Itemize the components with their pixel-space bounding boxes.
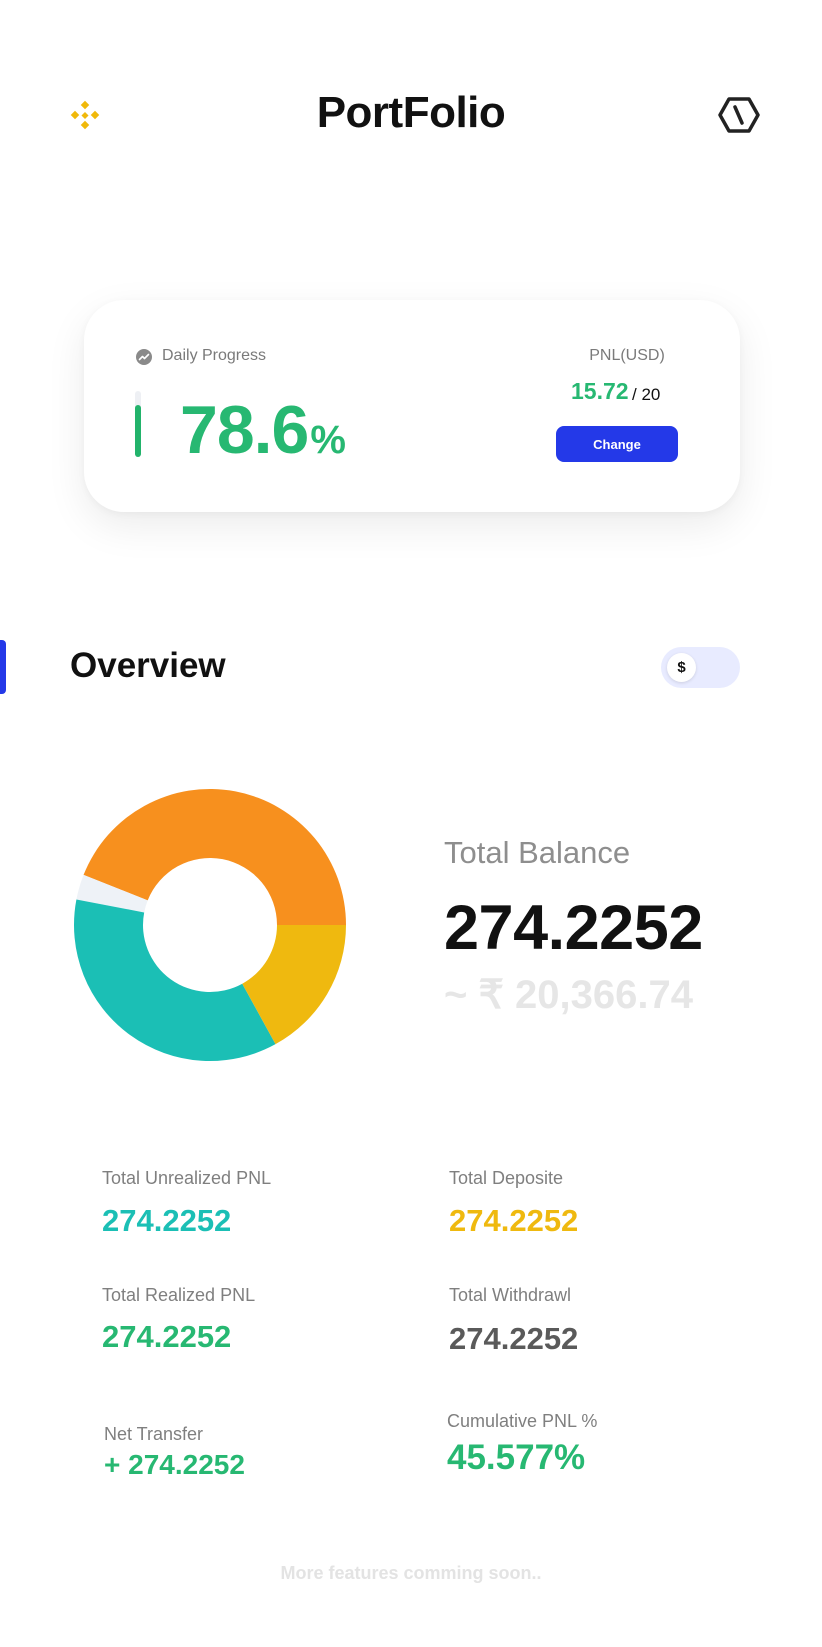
trend-icon xyxy=(136,349,152,365)
stat-value: 274.2252 xyxy=(102,1319,232,1354)
stat-label: Total Withdrawl xyxy=(449,1285,572,1305)
stat-label: Total Deposite xyxy=(449,1168,564,1188)
stat-value: + 274.2252 xyxy=(104,1449,245,1480)
stat-value: 45.577% xyxy=(447,1438,586,1477)
daily-progress-value: 78.6% xyxy=(180,396,346,464)
stat-value: 274.2252 xyxy=(449,1321,579,1356)
pnl-value: 15.72 xyxy=(571,378,629,404)
pnl-total: / 20 xyxy=(632,385,661,404)
page-title: PortFolio xyxy=(316,88,506,137)
total-balance-label: Total Balance xyxy=(444,835,631,870)
total-balance-inr: ~ ₹ 20,366.74 xyxy=(444,973,693,1017)
stat-label: Total Realized PNL xyxy=(102,1285,256,1305)
total-balance-value: 274.2252 xyxy=(444,893,703,963)
change-button[interactable]: Change xyxy=(556,426,678,462)
balance-donut-chart xyxy=(72,787,348,1063)
dollar-icon: $ xyxy=(667,653,696,682)
footer-note: More features comming soon.. xyxy=(280,1563,542,1583)
percent-sign: % xyxy=(310,418,346,462)
pnl-label: PNL(USD) xyxy=(589,347,665,364)
daily-progress-label: Daily Progress xyxy=(162,347,267,364)
stat-label: Cumulative PNL % xyxy=(447,1411,598,1431)
stat-label: Net Transfer xyxy=(104,1424,204,1444)
stat-label: Total Unrealized PNL xyxy=(102,1168,272,1188)
hexagon-slash-icon[interactable] xyxy=(718,96,760,134)
currency-toggle[interactable]: $ xyxy=(661,647,740,688)
stat-value: 274.2252 xyxy=(449,1203,579,1238)
stat-value: 274.2252 xyxy=(102,1203,232,1238)
section-accent-bar xyxy=(0,640,6,694)
daily-progress-number: 78.6 xyxy=(180,392,309,468)
daily-progress-bar-fill xyxy=(135,405,141,457)
overview-title: Overview xyxy=(70,646,226,685)
donut-segment xyxy=(74,899,276,1061)
